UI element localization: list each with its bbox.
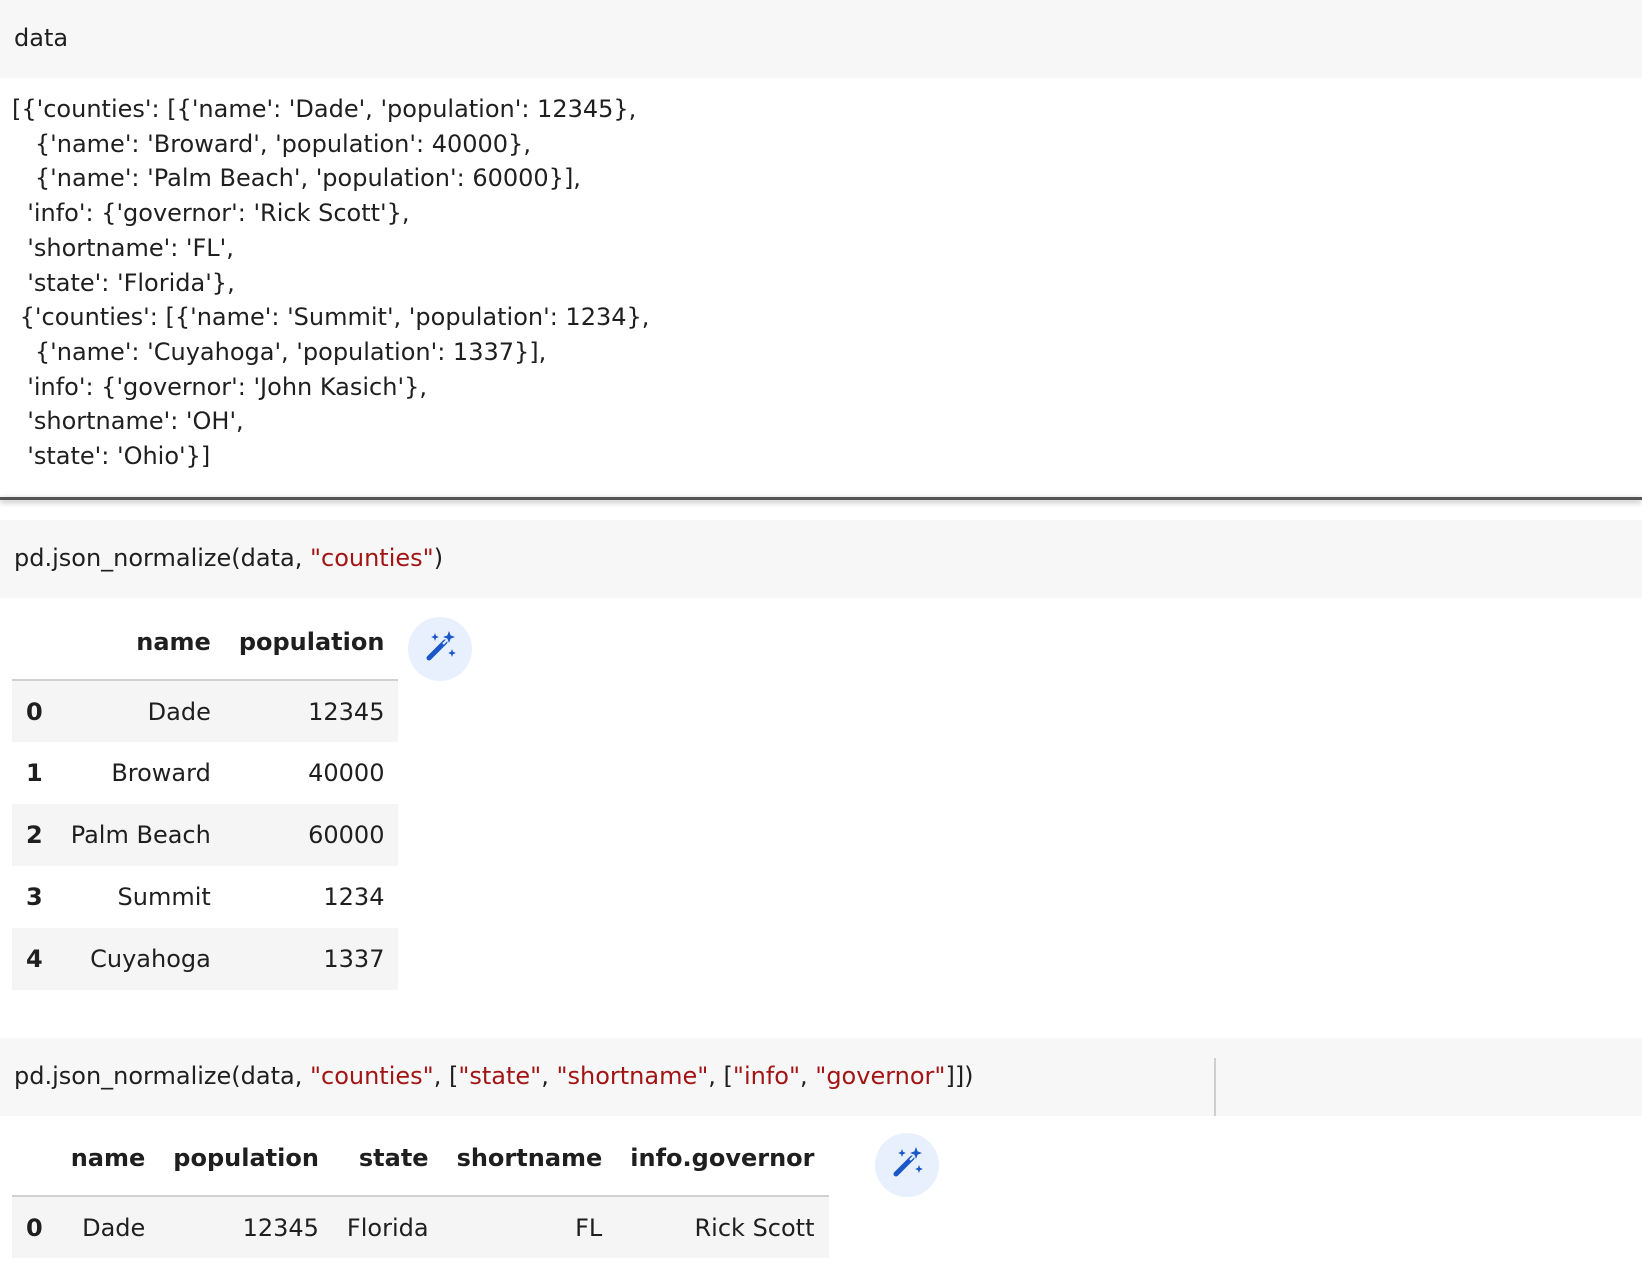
row-index: 0 (26, 697, 43, 726)
dataframe-table-1: name population 0 Dade 12345 1 Broward 4… (12, 604, 399, 990)
index-header (12, 1120, 57, 1197)
output-line: 'info': {'governor': 'Rick Scott'}, (12, 199, 410, 228)
code-string-token: "info" (732, 1062, 801, 1090)
code-token: , (541, 1062, 557, 1090)
code-token: pd.json_normalize(data, (14, 1062, 310, 1090)
column-header: population (159, 1120, 333, 1197)
code-cell-3-input[interactable]: pd.json_normalize(data, "counties", ["st… (0, 1038, 1642, 1116)
code-string-token: "counties" (309, 1062, 434, 1090)
output-line: {'name': 'Cuyahoga', 'population': 1337}… (12, 337, 547, 366)
index-header (12, 604, 57, 681)
code-token: pd.json_normalize(data, (14, 544, 310, 572)
table-cell: 60000 (308, 821, 385, 849)
table-row: 0 Dade 12345 (12, 680, 399, 742)
row-index: 2 (26, 821, 43, 849)
column-header: info.governor (616, 1120, 829, 1197)
code-cell-2-input[interactable]: pd.json_normalize(data, "counties") (0, 520, 1642, 598)
suggest-charts-button[interactable] (875, 1133, 939, 1197)
output-line: 'shortname': 'FL', (12, 233, 234, 262)
table-cell: Palm Beach (70, 821, 211, 849)
output-line: {'counties': [{'name': 'Summit', 'popula… (12, 303, 650, 332)
table-cell: Dade (82, 1213, 146, 1242)
code-line: pd.json_normalize(data, "counties", ["st… (14, 1062, 974, 1090)
table-cell: 12345 (308, 697, 385, 726)
output-line: [{'counties': [{'name': 'Dade', 'populat… (12, 95, 637, 123)
table-cell: Florida (346, 1213, 429, 1242)
table-cell: 1234 (323, 883, 385, 911)
column-header: population (224, 604, 399, 681)
output-line: 'info': {'governor': 'John Kasich'}, (12, 372, 427, 401)
code-line: pd.json_normalize(data, "counties") (14, 544, 443, 572)
table-cell: 12345 (242, 1213, 319, 1242)
code-token: , (800, 1062, 816, 1090)
table-cell: Broward (111, 759, 211, 787)
table-row: 1 Broward 40000 (12, 742, 399, 804)
table-cell: FL (575, 1213, 603, 1242)
code-token: ) (433, 544, 444, 572)
table-cell: 40000 (308, 759, 385, 787)
row-index: 4 (26, 945, 43, 973)
output-line: 'state': 'Ohio'}] (12, 442, 211, 471)
output-line: {'name': 'Broward', 'population': 40000}… (12, 129, 531, 158)
dataframe-table-2: name population state shortname info.gov… (12, 1120, 829, 1258)
table-row: 3 Summit 1234 (12, 866, 399, 928)
code-cell-1-input[interactable]: data (0, 0, 1642, 78)
magic-wand-icon (420, 627, 460, 671)
code-string-token: "counties" (309, 544, 434, 572)
row-index: 1 (26, 759, 43, 787)
output-divider[interactable] (0, 497, 1642, 500)
column-header: state (332, 1120, 443, 1197)
column-header: name (56, 604, 225, 681)
code-line: data (14, 24, 69, 52)
table-row: 0 Dade 12345 Florida FL Rick Scott (12, 1196, 829, 1258)
table-cell: Summit (117, 883, 211, 911)
table-cell: 1337 (323, 945, 385, 973)
suggest-charts-button[interactable] (408, 617, 472, 681)
code-token: , [ (433, 1062, 459, 1090)
output-line: 'state': 'Florida'}, (12, 268, 235, 297)
table-row: 4 Cuyahoga 1337 (12, 928, 399, 990)
code-token: , [ (708, 1062, 733, 1090)
table-cell: Rick Scott (694, 1213, 815, 1242)
table-cell: Dade (147, 697, 211, 726)
code-string-token: "governor" (815, 1062, 946, 1090)
row-index: 3 (26, 883, 43, 911)
code-string-token: "state" (458, 1062, 542, 1090)
column-header: shortname (442, 1120, 617, 1197)
output-line: {'name': 'Palm Beach', 'population': 600… (12, 164, 581, 193)
row-index: 0 (26, 1213, 43, 1242)
column-header: name (56, 1120, 160, 1197)
table-header-row: name population state shortname info.gov… (12, 1120, 829, 1197)
cell-1-output: [{'counties': [{'name': 'Dade', 'populat… (12, 92, 649, 474)
output-line: 'shortname': 'OH', (12, 407, 244, 436)
cell-toolbar-divider (1214, 1058, 1216, 1116)
code-string-token: "shortname" (556, 1062, 709, 1090)
table-cell: Cuyahoga (90, 945, 211, 973)
code-token: ]]) (945, 1062, 974, 1090)
table-row: 2 Palm Beach 60000 (12, 804, 399, 866)
table-header-row: name population (12, 604, 399, 681)
magic-wand-icon (887, 1143, 927, 1187)
